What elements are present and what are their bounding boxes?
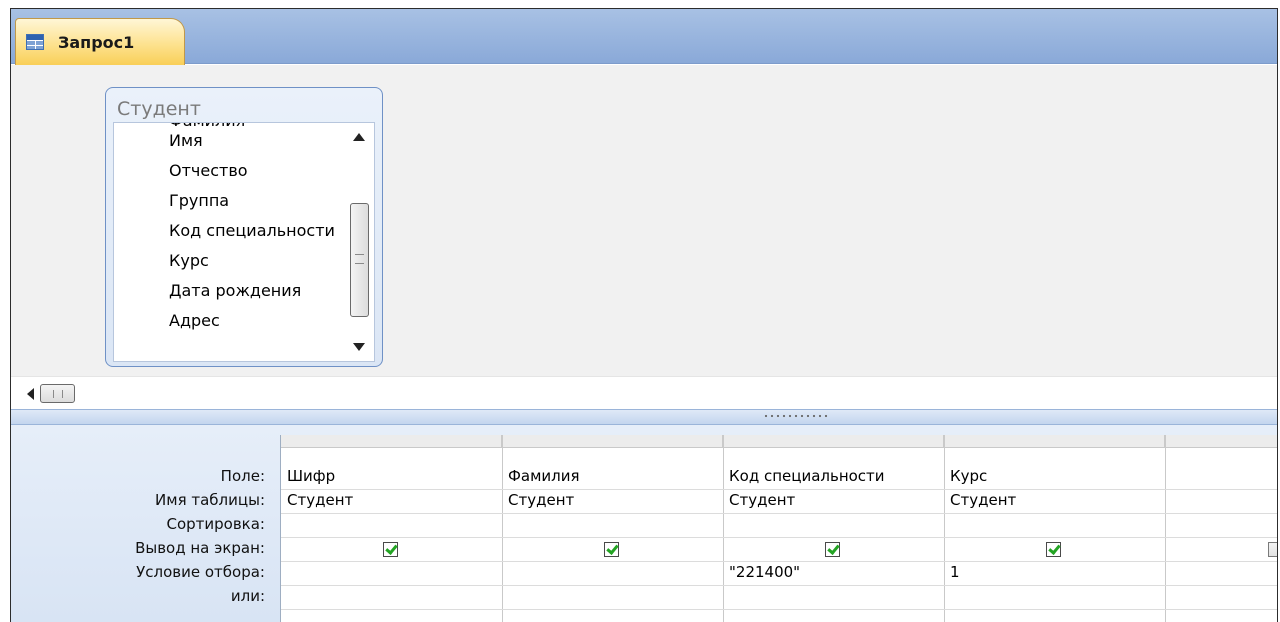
field-item[interactable]: Дата рождения — [169, 281, 347, 300]
splitter-grip-icon[interactable] — [763, 414, 829, 418]
scroll-down-arrow-icon[interactable] — [353, 343, 365, 351]
row-divider — [281, 489, 1277, 490]
show-checkbox[interactable] — [383, 542, 398, 557]
query-window: Запрос1 Студент Фамилия Имя Отчество Гру… — [10, 8, 1278, 622]
grid-cell-table[interactable]: Студент — [950, 491, 1016, 509]
row-divider — [281, 609, 1277, 610]
column-divider — [723, 435, 724, 622]
column-divider — [944, 435, 945, 622]
grid-cell-criteria[interactable]: 1 — [950, 563, 960, 581]
grid-cell-table[interactable]: Студент — [508, 491, 574, 509]
row-label-sort: Сортировка: — [166, 515, 265, 533]
field-item[interactable]: Код специальности — [169, 221, 347, 240]
grid-cell-table[interactable]: Студент — [729, 491, 795, 509]
field-item[interactable]: Группа — [169, 191, 347, 210]
pane-splitter[interactable] — [11, 409, 1277, 425]
field-list[interactable]: Фамилия Имя Отчество Группа Код специаль… — [113, 122, 375, 362]
field-item[interactable]: Фамилия — [169, 123, 347, 130]
row-label-table: Имя таблицы: — [155, 491, 265, 509]
scroll-up-arrow-icon[interactable] — [353, 133, 365, 141]
show-checkbox[interactable] — [1046, 542, 1061, 557]
row-label-criteria: Условие отбора: — [136, 563, 265, 581]
field-list-scrollbar[interactable] — [344, 123, 374, 361]
show-checkbox[interactable] — [1268, 542, 1277, 557]
show-checkbox[interactable] — [825, 542, 840, 557]
field-item[interactable]: Отчество — [169, 161, 347, 180]
grid-cell-field[interactable]: Фамилия — [508, 467, 580, 485]
column-selector[interactable] — [944, 435, 1165, 448]
column-selector[interactable] — [1165, 435, 1277, 448]
grid-cell-criteria[interactable]: "221400" — [729, 563, 800, 581]
row-divider — [281, 537, 1277, 538]
column-selector[interactable] — [723, 435, 944, 448]
query-table-icon — [26, 34, 44, 50]
tab-label: Запрос1 — [58, 32, 135, 52]
row-label-or: или: — [230, 587, 265, 605]
grid-cell-field[interactable]: Шифр — [287, 467, 335, 485]
field-item[interactable]: Курс — [169, 251, 347, 270]
scroll-left-arrow-icon[interactable] — [27, 388, 34, 400]
grid-cell-field[interactable]: Курс — [950, 467, 987, 485]
query-design-grid: Шифр Студент Фамилия Студент Код специал… — [280, 435, 1277, 622]
scroll-thumb[interactable] — [350, 203, 369, 317]
column-selector[interactable] — [502, 435, 723, 448]
table-pane: Студент Фамилия Имя Отчество Группа Код … — [11, 65, 1277, 376]
table-pane-hscrollbar[interactable] — [11, 376, 1277, 409]
show-checkbox[interactable] — [604, 542, 619, 557]
document-tab-bar: Запрос1 — [11, 9, 1277, 65]
column-divider — [502, 435, 503, 622]
row-label-field: Поле: — [220, 467, 265, 485]
table-field-list-student[interactable]: Студент Фамилия Имя Отчество Группа Код … — [105, 87, 383, 367]
grid-cell-table[interactable]: Студент — [287, 491, 353, 509]
column-divider — [1165, 435, 1166, 622]
field-item[interactable]: Адрес — [169, 311, 347, 330]
row-divider — [281, 513, 1277, 514]
table-title[interactable]: Студент — [117, 98, 201, 120]
row-label-show: Вывод на экран: — [135, 539, 265, 557]
tab-query1[interactable]: Запрос1 — [15, 18, 185, 65]
row-divider — [281, 561, 1277, 562]
column-selector[interactable] — [281, 435, 502, 448]
grid-cell-field[interactable]: Код специальности — [729, 467, 885, 485]
hscroll-thumb[interactable] — [40, 384, 75, 403]
design-grid-pane: Поле: Имя таблицы: Сортировка: Вывод на … — [11, 425, 1277, 622]
field-item[interactable]: Имя — [169, 131, 347, 150]
row-divider — [281, 585, 1277, 586]
